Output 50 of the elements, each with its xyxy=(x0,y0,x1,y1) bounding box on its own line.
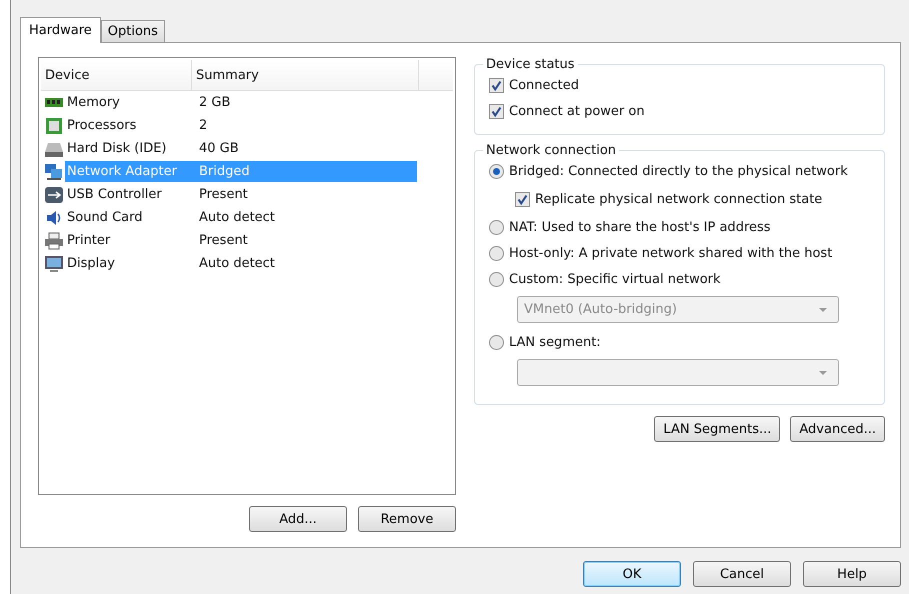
caret-icon xyxy=(818,370,828,376)
list-button[interactable]: Add... xyxy=(249,506,347,532)
device-name[interactable]: Processors xyxy=(65,115,195,136)
radio-label: NAT: Used to share the host's IP address xyxy=(509,220,771,234)
group-title: Network connection xyxy=(485,143,618,158)
checkbox-label: Connect at power on xyxy=(509,104,645,118)
radio-label: Host-only: A private network shared with the host xyxy=(509,246,832,260)
column-header[interactable]: Device xyxy=(41,60,192,90)
dialog-button[interactable]: Cancel xyxy=(693,561,791,587)
radio-label: Custom: Specific virtual network xyxy=(509,272,721,286)
checkbox[interactable] xyxy=(489,78,504,92)
tab[interactable]: Hardware xyxy=(20,17,101,43)
network-icon xyxy=(43,162,65,182)
checkbox-label: Connected xyxy=(509,78,580,92)
device-summary[interactable]: 2 xyxy=(195,115,417,136)
usb-icon xyxy=(43,184,65,204)
tab[interactable]: Options xyxy=(100,20,165,42)
device-summary[interactable]: 40 GB xyxy=(195,138,417,159)
group-title: Device status xyxy=(485,57,576,72)
radio-button[interactable] xyxy=(489,220,504,234)
dialog-button[interactable]: OK xyxy=(583,561,681,587)
checkbox[interactable] xyxy=(515,192,530,206)
dialog-button[interactable]: Help xyxy=(803,561,901,587)
display-icon xyxy=(43,254,65,274)
radio-button[interactable] xyxy=(489,246,504,260)
radio-label: Bridged: Connected directly to the physical network xyxy=(509,164,848,178)
device-name[interactable]: Printer xyxy=(65,230,195,251)
radio-label: LAN segment: xyxy=(509,334,601,350)
network-button[interactable]: LAN Segments... xyxy=(654,416,780,442)
device-name[interactable]: Memory xyxy=(65,92,195,113)
device-name[interactable]: USB Controller xyxy=(65,184,195,205)
processor-icon xyxy=(43,116,65,136)
device-summary[interactable]: Auto detect xyxy=(195,253,417,274)
list-button[interactable]: Remove xyxy=(358,506,456,532)
device-name[interactable]: Hard Disk (IDE) xyxy=(65,138,195,159)
column-header[interactable]: Summary xyxy=(192,60,419,90)
radio-button[interactable] xyxy=(489,272,504,286)
device-summary[interactable]: 2 GB xyxy=(195,92,417,113)
device-summary[interactable]: Auto detect xyxy=(195,207,417,228)
device-name[interactable]: Sound Card xyxy=(65,207,195,228)
device-summary[interactable]: Present xyxy=(195,184,417,205)
caret-icon xyxy=(818,306,828,312)
radio-button[interactable] xyxy=(489,334,504,350)
printer-icon xyxy=(43,230,65,250)
network-button[interactable]: Advanced... xyxy=(790,416,885,442)
radio-button[interactable] xyxy=(489,164,504,178)
checkbox-label: Replicate physical network connection state xyxy=(535,192,822,206)
device-summary[interactable]: Present xyxy=(195,230,417,251)
device-name[interactable]: Display xyxy=(65,253,195,274)
checkbox[interactable] xyxy=(489,104,504,118)
